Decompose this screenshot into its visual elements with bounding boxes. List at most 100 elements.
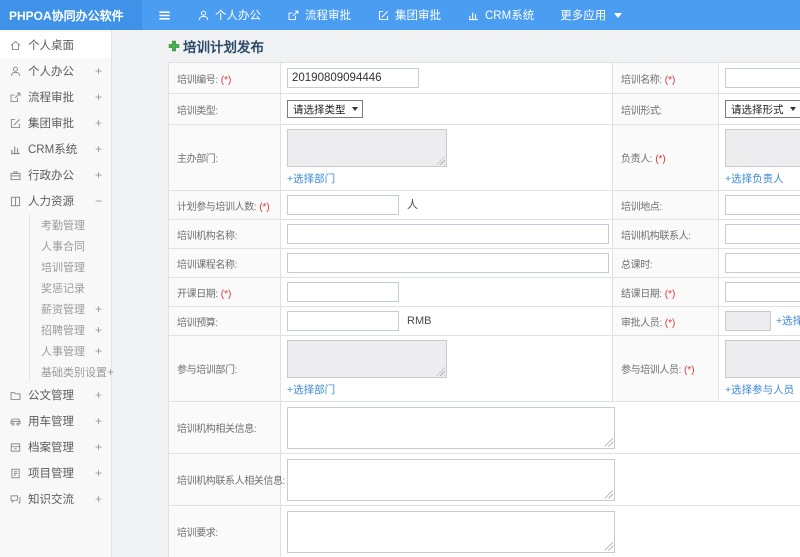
- field-cell: +选择部门: [280, 335, 613, 402]
- picker-textarea[interactable]: [287, 340, 447, 378]
- topnav-item[interactable]: 流程审批: [274, 0, 364, 30]
- sidebar-item[interactable]: 知识交流 +: [0, 486, 111, 512]
- label-text: 审批人员:: [621, 317, 662, 329]
- label-text: 负责人:: [621, 154, 653, 165]
- topnav-item[interactable]: CRM系统: [454, 0, 547, 30]
- sidebar-subitem[interactable]: 人事管理 +: [30, 340, 111, 361]
- textarea[interactable]: [287, 406, 615, 449]
- label-text: 培训课程名称:: [177, 259, 237, 271]
- textarea[interactable]: [287, 458, 615, 501]
- form-row: 培训课程名称: 总课时:: [168, 248, 800, 278]
- sidebar-item[interactable]: 用车管理 +: [0, 408, 111, 434]
- field-cell: +选择审批人员: [718, 306, 800, 336]
- form-row: 培训编号:(*) 培训名称:(*): [168, 62, 800, 94]
- sidebar-item[interactable]: 公文管理 +: [0, 382, 111, 408]
- picker-textarea[interactable]: [287, 129, 447, 167]
- picker-link[interactable]: +选择负责人: [725, 171, 784, 186]
- field-label: 培训要求:: [168, 505, 281, 557]
- archive-icon: [9, 441, 22, 454]
- field-cell: [280, 62, 613, 94]
- text-input[interactable]: [287, 195, 399, 215]
- picker-link[interactable]: +选择部门: [287, 382, 335, 397]
- sidebar-subitem[interactable]: 招聘管理 +: [30, 319, 111, 340]
- expand-icon: +: [94, 414, 102, 428]
- topbar: PHPOA协同办公软件 个人办公 流程审批 集团审批 CRM系统 更多应用: [0, 0, 800, 30]
- sidebar-item[interactable]: 集团审批 +: [0, 110, 111, 136]
- sidebar-subitem-label: 招聘管理: [41, 324, 85, 337]
- sidebar-item[interactable]: CRM系统 +: [0, 136, 111, 162]
- sidebar-item-label: 个人办公: [28, 66, 74, 78]
- text-input[interactable]: [287, 224, 609, 244]
- sidebar-item-label: 项目管理: [28, 468, 74, 480]
- topnav-item-label: 个人办公: [215, 10, 261, 22]
- field-cell: +选择参与人员: [718, 335, 800, 402]
- text-input[interactable]: [725, 68, 800, 88]
- sidebar-subitem[interactable]: 奖惩记录: [30, 277, 111, 298]
- expand-icon: +: [94, 343, 102, 358]
- field-cell: RMB: [280, 306, 613, 336]
- text-input[interactable]: [725, 224, 800, 244]
- picker-textarea[interactable]: [725, 129, 800, 167]
- field-label: 总课时:: [612, 248, 719, 278]
- textarea[interactable]: [287, 510, 615, 553]
- select-value: 请选择类型: [293, 103, 346, 116]
- picker-textarea[interactable]: [725, 340, 800, 378]
- field-cell: [718, 190, 800, 220]
- sidebar-item[interactable]: 流程审批 +: [0, 84, 111, 110]
- field-cell: [280, 277, 613, 307]
- text-input[interactable]: [287, 253, 609, 273]
- expand-icon: +: [94, 90, 102, 104]
- field-cell: 请选择类型: [280, 93, 613, 125]
- chevron-down-icon: [351, 107, 358, 111]
- sidebar-item[interactable]: 人力资源 −: [0, 188, 111, 214]
- picker-link[interactable]: +选择参与人员: [725, 382, 794, 397]
- sidebar-subitem[interactable]: 薪资管理 +: [30, 298, 111, 319]
- field-label: 培训名称: (*): [612, 62, 719, 94]
- text-input[interactable]: [287, 282, 399, 302]
- label-text: 培训类型:: [177, 105, 218, 117]
- select-input[interactable]: 请选择类型: [287, 100, 363, 118]
- sidebar-item[interactable]: 行政办公 +: [0, 162, 111, 188]
- required-marker: (*): [683, 365, 695, 376]
- sidebar-item-label: 人力资源: [28, 196, 74, 208]
- label-text: 培训机构联系人:: [621, 230, 691, 242]
- menu-button[interactable]: [142, 0, 184, 30]
- select-input[interactable]: 请选择形式: [725, 100, 800, 118]
- sidebar-item[interactable]: 个人桌面: [0, 32, 111, 58]
- expand-icon: +: [94, 142, 102, 156]
- text-input[interactable]: [725, 282, 800, 302]
- picker-link[interactable]: +选择部门: [287, 171, 335, 186]
- text-input[interactable]: [725, 195, 800, 215]
- collapse-icon: −: [94, 194, 102, 208]
- text-input[interactable]: [725, 253, 800, 273]
- sidebar-item[interactable]: 档案管理 +: [0, 434, 111, 460]
- text-input[interactable]: [287, 311, 399, 331]
- sidebar-item[interactable]: 项目管理 +: [0, 460, 111, 486]
- field-label: 培训编号: (*): [168, 62, 281, 94]
- topnav-item[interactable]: 集团审批: [364, 0, 454, 30]
- text-input[interactable]: [287, 68, 419, 88]
- sidebar-item-label: 流程审批: [28, 92, 74, 104]
- label-text: 总课时:: [621, 259, 653, 271]
- field-cell: [280, 248, 613, 278]
- flow-icon: [9, 91, 22, 104]
- add-icon: [168, 40, 180, 52]
- topnav-item[interactable]: 更多应用: [547, 0, 635, 30]
- sidebar-subitem[interactable]: 考勤管理: [30, 214, 111, 235]
- field-cell: [718, 277, 800, 307]
- sidebar-subitem[interactable]: 基础类别设置 +: [30, 361, 114, 382]
- readonly-input[interactable]: [725, 311, 771, 331]
- sidebar-item[interactable]: 个人办公 +: [0, 58, 111, 84]
- topnav-item[interactable]: 个人办公: [184, 0, 274, 30]
- sidebar-item-label: 知识交流: [28, 494, 74, 506]
- sidebar-subitem[interactable]: 人事合同: [30, 235, 111, 256]
- sidebar-subitem[interactable]: 培训管理: [30, 256, 111, 277]
- car-icon: [9, 415, 22, 428]
- user-icon: [9, 65, 22, 78]
- form-row: 计划参与培训人数: (*) 人 培训地点:: [168, 190, 800, 220]
- field-cell: [280, 505, 800, 557]
- field-cell: [718, 248, 800, 278]
- expand-icon: +: [94, 492, 102, 506]
- picker-link[interactable]: +选择审批人员: [776, 315, 800, 327]
- label-text: 参与培训人员:: [621, 365, 681, 376]
